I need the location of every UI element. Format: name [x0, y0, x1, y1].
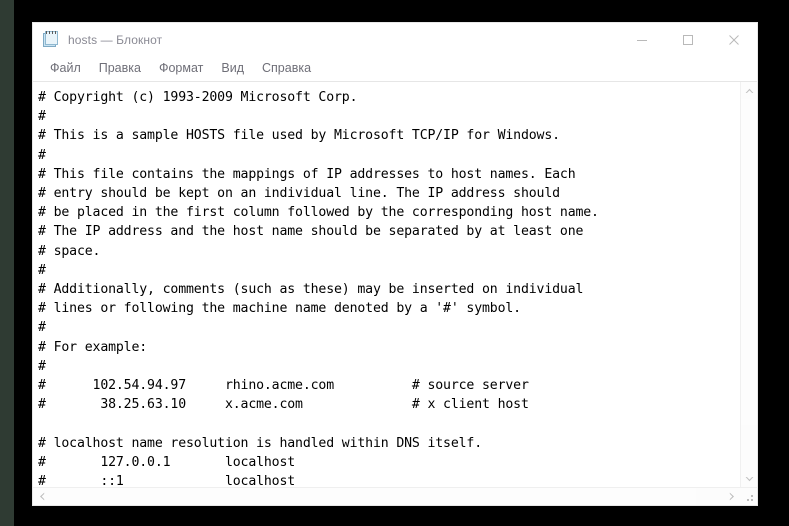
- window-controls: [619, 23, 757, 56]
- window-title: hosts — Блокнот: [68, 32, 163, 47]
- close-icon: [729, 34, 739, 45]
- menu-item-view[interactable]: Вид: [212, 56, 253, 81]
- screen: hosts — Блокнот Файл Правка Формат Вид С…: [0, 0, 789, 526]
- menu-item-help[interactable]: Справка: [253, 56, 320, 81]
- content-row: # Copyright (c) 1993-2009 Microsoft Corp…: [33, 82, 757, 487]
- chevron-up-icon: [745, 88, 753, 93]
- notepad-icon: [42, 31, 59, 48]
- chevron-down-icon: [745, 476, 753, 481]
- title-bar[interactable]: hosts — Блокнот: [33, 23, 757, 56]
- chevron-right-icon: [729, 492, 734, 501]
- horizontal-scrollbar-row: [33, 487, 757, 505]
- desktop-background-strip: [0, 0, 14, 526]
- menu-item-format[interactable]: Формат: [150, 56, 212, 81]
- close-button[interactable]: [711, 23, 757, 56]
- menu-item-file[interactable]: Файл: [41, 56, 90, 81]
- menu-bar: Файл Правка Формат Вид Справка: [33, 56, 757, 82]
- chevron-left-icon: [39, 492, 44, 501]
- vertical-scroll-thumb[interactable]: [741, 99, 757, 426]
- notepad-window: hosts — Блокнот Файл Правка Формат Вид С…: [32, 22, 758, 506]
- maximize-button[interactable]: [665, 23, 711, 56]
- scroll-right-button[interactable]: [723, 488, 740, 505]
- horizontal-scrollbar[interactable]: [33, 488, 740, 505]
- scroll-left-button[interactable]: [33, 488, 50, 505]
- vertical-scroll-track[interactable]: [741, 99, 757, 470]
- resize-grip-icon[interactable]: [740, 488, 757, 505]
- horizontal-scroll-track[interactable]: [50, 488, 723, 505]
- maximize-icon: [683, 34, 693, 45]
- horizontal-scroll-thumb[interactable]: [50, 488, 697, 505]
- minimize-button[interactable]: [619, 23, 665, 56]
- scroll-up-button[interactable]: [741, 82, 757, 99]
- title-bar-left: hosts — Блокнот: [33, 31, 162, 48]
- scroll-down-button[interactable]: [741, 470, 757, 487]
- menu-item-edit[interactable]: Правка: [90, 56, 150, 81]
- vertical-scrollbar[interactable]: [740, 82, 757, 487]
- hosts-file-content[interactable]: # Copyright (c) 1993-2009 Microsoft Corp…: [38, 88, 740, 487]
- text-editor-area[interactable]: # Copyright (c) 1993-2009 Microsoft Corp…: [33, 82, 740, 487]
- minimize-icon: [637, 39, 647, 41]
